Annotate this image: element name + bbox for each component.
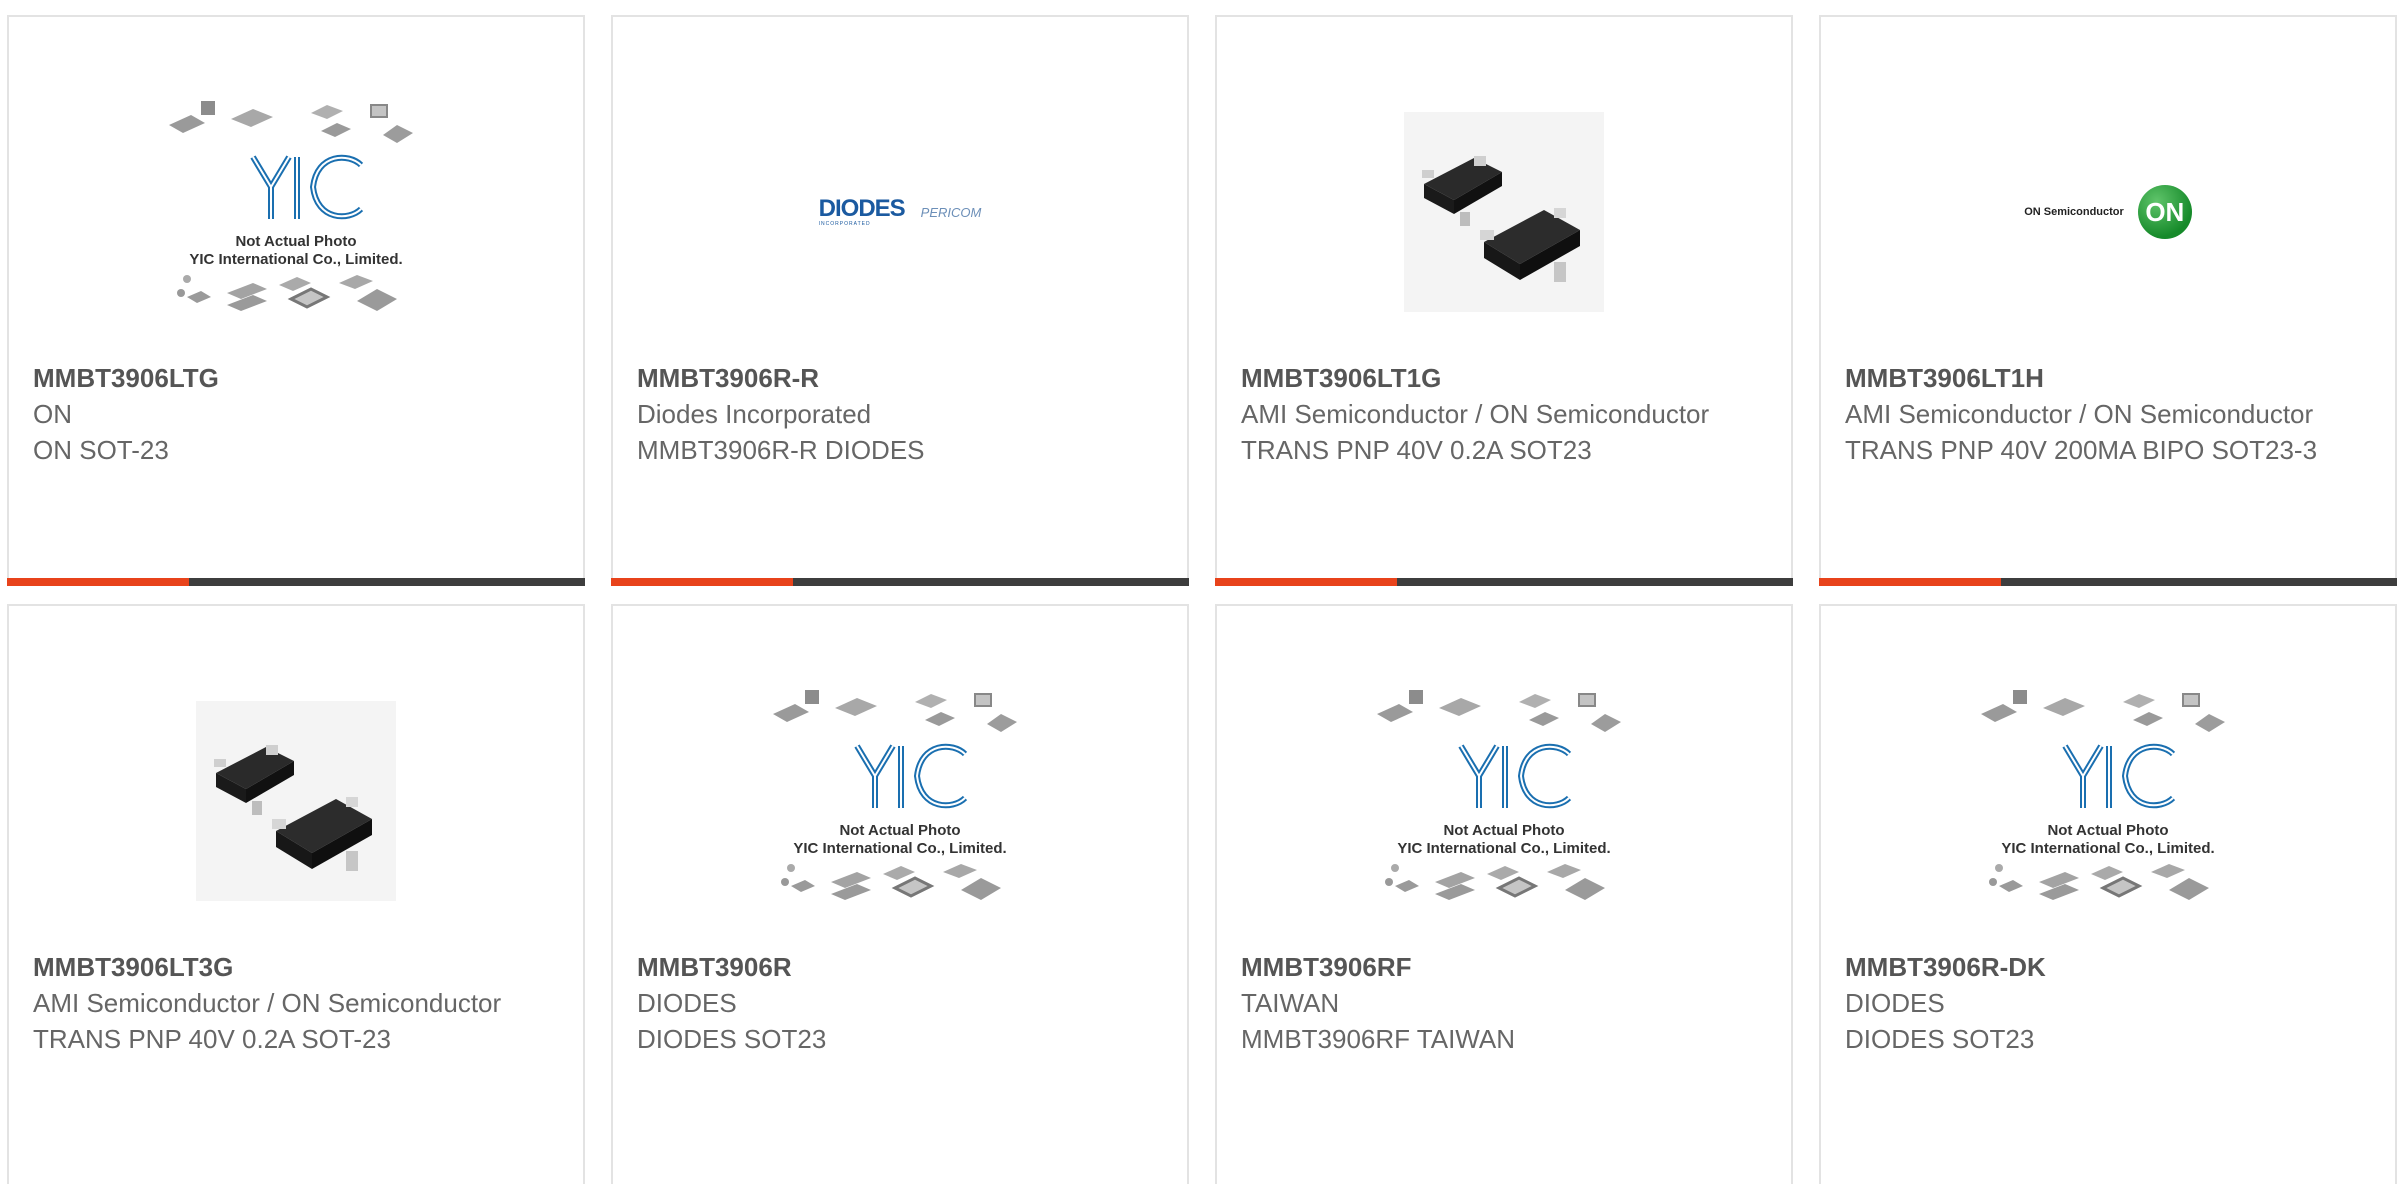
part-number[interactable]: MMBT3906RF [1241, 949, 1771, 985]
part-number[interactable]: MMBT3906LT1G [1241, 360, 1771, 396]
placeholder-caption-1: Not Actual Photo [235, 233, 357, 250]
card-accent [611, 578, 793, 586]
manufacturer: Diodes Incorporated [637, 399, 872, 429]
not-actual-photo-image: Not Actual Photo YIC International Co., … [161, 97, 431, 327]
part-number[interactable]: MMBT3906R-DK [1845, 949, 2375, 985]
card-accent [1215, 578, 1397, 586]
product-image-photo[interactable] [1217, 67, 1791, 357]
description: DIODES SOT23 [637, 1024, 827, 1054]
not-actual-photo-image: Not Actual Photo YIC International Co., … [1973, 686, 2243, 916]
not-actual-photo-image: Not Actual Photo YIC International Co., … [1369, 686, 1639, 916]
description: TRANS PNP 40V 0.2A SOT23 [1241, 435, 1592, 465]
part-number[interactable]: MMBT3906LT3G [33, 949, 563, 985]
manufacturer: AMI Semiconductor / ON Semiconductor [33, 988, 502, 1018]
product-card[interactable]: DIODES INCORPORATED PERICOM MMBT3906R-R … [611, 15, 1189, 586]
product-card[interactable]: Not Actual Photo YIC International Co., … [1215, 604, 1793, 1184]
description: TRANS PNP 40V 0.2A SOT-23 [33, 1024, 391, 1054]
manufacturer: TAIWAN [1241, 988, 1340, 1018]
card-accent [1819, 578, 2001, 586]
placeholder-caption-1: Not Actual Photo [1443, 822, 1565, 839]
sot23-photo [1404, 112, 1604, 312]
on-logo-icon: ON [2137, 185, 2192, 239]
part-number[interactable]: MMBT3906LTG [33, 360, 563, 396]
part-number[interactable]: MMBT3906R [637, 949, 1167, 985]
manufacturer: DIODES [637, 988, 737, 1018]
on-semiconductor-logo: ON Semiconductor ON [2024, 185, 2192, 239]
product-image-placeholder[interactable]: Not Actual Photo YIC International Co., … [9, 67, 583, 357]
product-image-placeholder[interactable]: Not Actual Photo YIC International Co., … [1217, 656, 1791, 946]
placeholder-caption-2: YIC International Co., Limited. [1397, 840, 1611, 857]
on-semiconductor-logo-text: ON Semiconductor [2024, 206, 2124, 218]
product-card[interactable]: Not Actual Photo YIC International Co., … [1819, 604, 2397, 1184]
pericom-logo-text: PERICOM [920, 204, 982, 220]
manufacturer: ON [33, 399, 72, 429]
manufacturer: AMI Semiconductor / ON Semiconductor [1241, 399, 1710, 429]
card-accent [7, 578, 189, 586]
manufacturer: DIODES [1845, 988, 1945, 1018]
part-number[interactable]: MMBT3906LT1H [1845, 360, 2375, 396]
product-image-logo[interactable]: ON Semiconductor ON [1821, 67, 2395, 357]
description: MMBT3906RF TAIWAN [1241, 1024, 1516, 1054]
placeholder-caption-2: YIC International Co., Limited. [189, 251, 403, 268]
placeholder-caption-2: YIC International Co., Limited. [2001, 840, 2215, 857]
product-grid: Not Actual Photo YIC International Co., … [0, 0, 2400, 1184]
card-bottom-bar [1215, 578, 1793, 586]
product-image-photo[interactable] [9, 656, 583, 946]
product-card[interactable]: Not Actual Photo YIC International Co., … [611, 604, 1189, 1184]
manufacturer: AMI Semiconductor / ON Semiconductor [1845, 399, 2314, 429]
diodes-logo-text: DIODES [818, 195, 906, 222]
description: DIODES SOT23 [1845, 1024, 2035, 1054]
product-image-placeholder[interactable]: Not Actual Photo YIC International Co., … [613, 656, 1187, 946]
description: TRANS PNP 40V 200MA BIPO SOT23-3 [1845, 435, 2318, 465]
product-image-logo[interactable]: DIODES INCORPORATED PERICOM [613, 67, 1187, 357]
diodes-pericom-logo: DIODES INCORPORATED PERICOM [818, 195, 982, 228]
product-card[interactable]: MMBT3906LT1G AMI Semiconductor / ON Semi… [1215, 15, 1793, 586]
product-image-placeholder[interactable]: Not Actual Photo YIC International Co., … [1821, 656, 2395, 946]
card-bottom-bar [611, 578, 1189, 586]
placeholder-caption-2: YIC International Co., Limited. [793, 840, 1007, 857]
card-bottom-bar [7, 578, 585, 586]
card-bottom-bar [1819, 578, 2397, 586]
part-number[interactable]: MMBT3906R-R [637, 360, 1167, 396]
placeholder-caption-1: Not Actual Photo [839, 822, 961, 839]
sot23-photo [196, 701, 396, 901]
product-card[interactable]: MMBT3906LT3G AMI Semiconductor / ON Semi… [7, 604, 585, 1184]
product-card[interactable]: ON Semiconductor ON MMBT3906LT1H AMI Sem… [1819, 15, 2397, 586]
not-actual-photo-image: Not Actual Photo YIC International Co., … [765, 686, 1035, 916]
description: MMBT3906R-R DIODES [637, 435, 925, 465]
description: ON SOT-23 [33, 435, 169, 465]
product-card[interactable]: Not Actual Photo YIC International Co., … [7, 15, 585, 586]
placeholder-caption-1: Not Actual Photo [2047, 822, 2169, 839]
